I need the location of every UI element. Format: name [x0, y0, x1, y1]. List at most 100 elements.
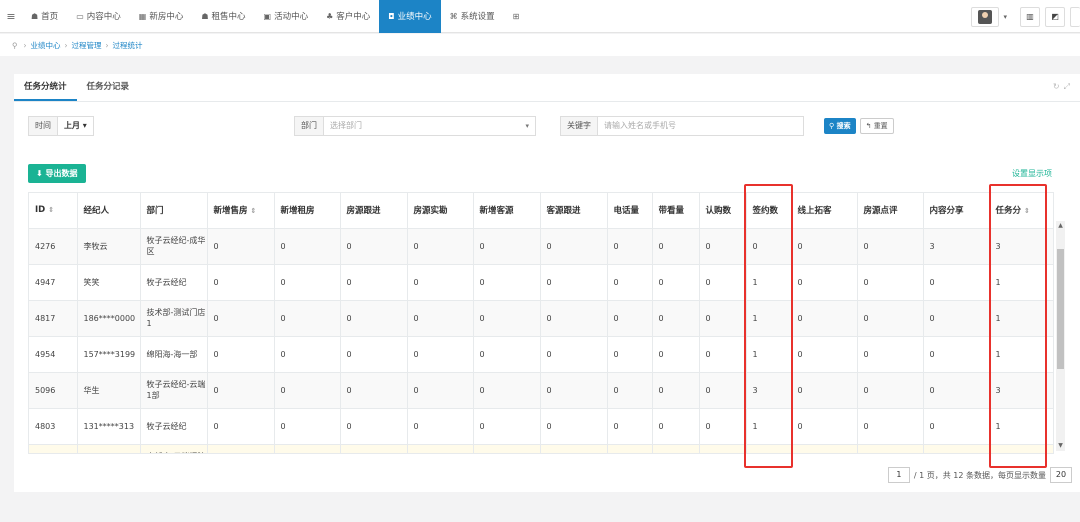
nav-item-4[interactable]: ▣ 活动中心	[255, 0, 318, 33]
column-header-label: 内容分享	[929, 206, 964, 217]
table-cell: 0	[540, 336, 608, 373]
keyword-input[interactable]: 请输入姓名或手机号	[598, 116, 804, 136]
table-cell: 0	[340, 444, 408, 453]
nav-right: ▾ ▥ ◩	[971, 0, 1080, 33]
table-cell: 0	[923, 264, 990, 301]
nav-item-label: 租售中心	[211, 12, 246, 22]
nav-item-7[interactable]: ⌘ 系统设置	[441, 0, 504, 33]
table-row[interactable]: 4276 李牧云 牧子云经纪-成华区 0 0 0 0 0 0 0 0 0 0 0 0 3 3	[29, 228, 1053, 265]
table-cell: 0	[274, 264, 341, 301]
refresh-icon[interactable]: ↻	[1053, 82, 1064, 91]
nav-item-2[interactable]: ▦ 新房中心	[130, 0, 193, 33]
table-cell: 0	[652, 300, 700, 337]
table-cell: 0	[340, 300, 408, 337]
table-cell: 0	[923, 444, 990, 453]
nav-items: ☗ 首页 ▭ 内容中心 ▦ 新房中心 ☗ 租售中心 ▣ 活动中心 ♣ 客户中心 ◘ 业绩中心 ⌘ 系统设置 ⊞	[22, 0, 531, 33]
table-cell: 0	[207, 444, 275, 453]
table-cell: 0	[699, 372, 747, 409]
scroll-up-icon[interactable]: ▲	[1056, 221, 1065, 231]
table-cell: 0	[407, 300, 474, 337]
breadcrumb-item-performance[interactable]: 业绩中心	[31, 40, 61, 51]
table-cell: 0	[540, 228, 608, 265]
trash-icon[interactable]: ▥	[1020, 6, 1040, 27]
sort-icon[interactable]: ⇕	[251, 207, 257, 215]
table-cell: 0	[540, 300, 608, 337]
reset-button[interactable]: ↰ 重置	[859, 118, 894, 134]
nav-item-1[interactable]: ▭ 内容中心	[67, 0, 130, 33]
table-cell: 牧子云经纪-云端1部	[140, 372, 208, 409]
table-cell: 0	[923, 336, 990, 373]
breadcrumb-item-stats[interactable]: 过程统计	[113, 40, 143, 51]
table-cell: 0	[923, 300, 990, 337]
table-cell: 4803	[29, 408, 78, 445]
table-cell: 0	[923, 372, 990, 409]
set-display-link[interactable]: 设置显示项	[1012, 168, 1052, 179]
table-cell: 0	[652, 444, 700, 453]
page-size-input[interactable]: 20	[1050, 467, 1072, 483]
export-button-label: 导出数据	[45, 169, 78, 178]
table-cell: 0	[607, 408, 653, 445]
table-cell: 0	[652, 408, 700, 445]
table-cell: 0	[607, 228, 653, 265]
scroll-down-icon[interactable]: ▼	[1056, 441, 1065, 451]
table-scrollbar[interactable]: ▲ ▼	[1056, 221, 1065, 451]
column-header[interactable]: ID ⇕	[29, 193, 78, 229]
scroll-thumb[interactable]	[1057, 249, 1064, 369]
nav-item-6[interactable]: ◘ 业绩中心	[379, 0, 441, 33]
export-button[interactable]: ⬇ 导出数据	[28, 164, 86, 183]
column-header: 线上拓客	[791, 193, 858, 229]
more-icon[interactable]	[1070, 6, 1080, 27]
table-cell: 0	[857, 408, 924, 445]
table-row[interactable]: 4803 131*****313 牧子云经纪 0 0 0 0 0 0 0 0 0 1 0 0 0 1	[29, 408, 1053, 445]
activity-icon: ▣	[263, 11, 272, 21]
dept-select[interactable]: 选择部门 ▾	[324, 116, 536, 136]
keyword-placeholder: 请输入姓名或手机号	[604, 121, 676, 130]
expand-icon[interactable]: ⤢	[1064, 82, 1074, 91]
table-cell: 0	[699, 264, 747, 301]
table-cell: 0	[207, 300, 275, 337]
download-icon: ⬇	[36, 169, 43, 178]
nav-item-label: 客户中心	[336, 12, 371, 22]
table-cell: 0	[652, 264, 700, 301]
table-cell: 0	[791, 228, 858, 265]
chevron-down-icon[interactable]: ▾	[1003, 13, 1007, 21]
table-cell: 绵阳海-海一部	[140, 336, 208, 373]
breadcrumb-sep: ›	[105, 40, 109, 50]
avatar	[978, 9, 993, 24]
table-cell: 0	[340, 408, 408, 445]
chevron-down-icon: ▾	[82, 121, 87, 130]
breadcrumb-item-process[interactable]: 过程管理	[72, 40, 102, 51]
table-cell: 4276	[29, 228, 78, 265]
table-row[interactable]: 5096 华生 牧子云经纪-云端1部 0 0 0 0 0 0 0 0 0 3 0 0 0 3	[29, 372, 1053, 409]
nav-item-0[interactable]: ☗ 首页	[22, 0, 67, 33]
avatar-button[interactable]	[971, 6, 1000, 27]
table-cell: 0	[274, 408, 341, 445]
column-header-label: 房源实勘	[413, 206, 448, 217]
performance-icon: ◘	[388, 11, 395, 21]
time-dropdown[interactable]: 上月 ▾	[58, 116, 94, 136]
table-row[interactable]: 4954 157****3199 绵阳海-海一部 0 0 0 0 0 0 0 0 0 1 0 0 0 1	[29, 336, 1053, 373]
menu-icon[interactable]: ≡	[0, 10, 22, 23]
tab-task-records[interactable]: 任务分记录	[77, 74, 140, 101]
table-row[interactable]: 4947 笑笑 牧子云经纪 0 0 0 0 0 0 0 0 0 1 0 0 0 1	[29, 264, 1053, 301]
nav-item-3[interactable]: ☗ 租售中心	[192, 0, 254, 33]
column-header-label: 电话量	[613, 206, 640, 217]
table-row[interactable]: 5090182*****202高新店-云端招牌1部00000000010001	[29, 444, 1053, 453]
table-cell: 0	[473, 336, 541, 373]
table-cell: 0	[652, 372, 700, 409]
search-button[interactable]: ⚲ 搜索	[824, 118, 856, 134]
nav-item-label: 系统设置	[460, 12, 495, 22]
tab-task-stats[interactable]: 任务分统计	[14, 74, 77, 101]
fullscreen-icon[interactable]: ◩	[1045, 6, 1065, 27]
table-cell: 牧子云经纪	[140, 408, 208, 445]
reset-icon: ↰	[865, 122, 872, 130]
table-cell: 0	[207, 228, 275, 265]
sort-icon[interactable]: ⇕	[48, 206, 54, 214]
page-number-input[interactable]: 1	[887, 467, 910, 483]
nav-item-5[interactable]: ♣ 客户中心	[317, 0, 379, 33]
nav-item-8[interactable]: ⊞	[504, 0, 532, 33]
column-header[interactable]: 新增售房 ⇕	[207, 193, 275, 229]
table-row[interactable]: 4817 186****0000 技术部-测试门店1 0 0 0 0 0 0 0 0 0 1 0 0 0 1	[29, 300, 1053, 337]
time-filter: 时间 上月 ▾	[28, 116, 94, 136]
column-header-label: 房源点评	[863, 206, 898, 217]
